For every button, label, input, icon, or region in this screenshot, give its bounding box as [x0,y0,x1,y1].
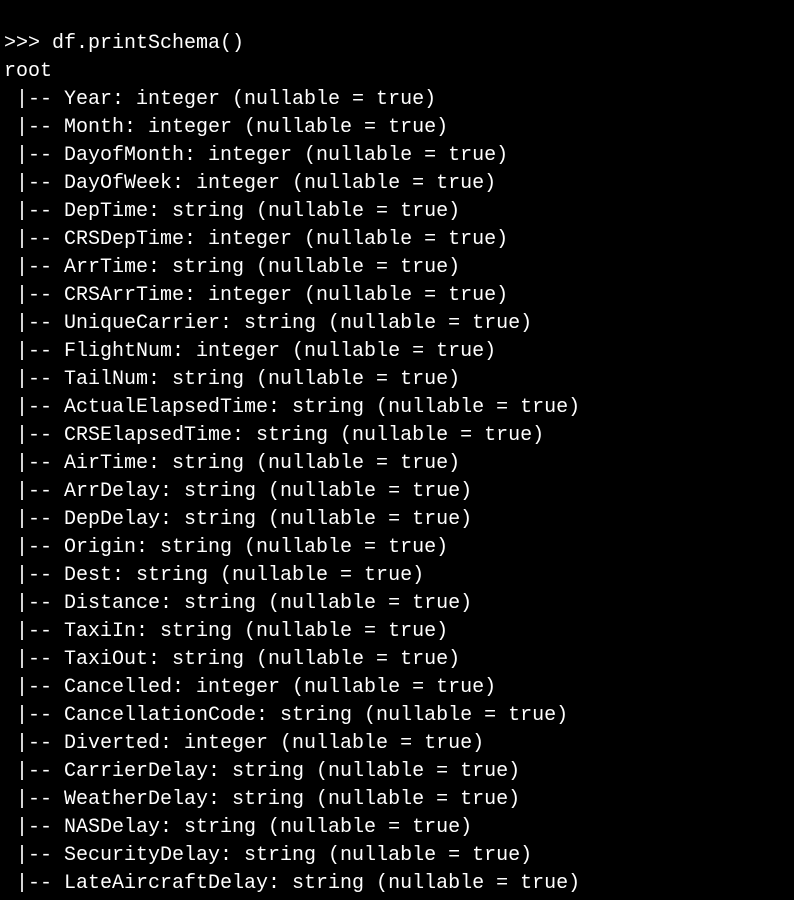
schema-fields: |-- Year: integer (nullable = true) |-- … [4,88,580,895]
prompt-line: >>> df.printSchema() [4,30,790,58]
terminal-output: >>> df.printSchema()root |-- Year: integ… [0,0,794,900]
schema-root: root [4,58,790,86]
